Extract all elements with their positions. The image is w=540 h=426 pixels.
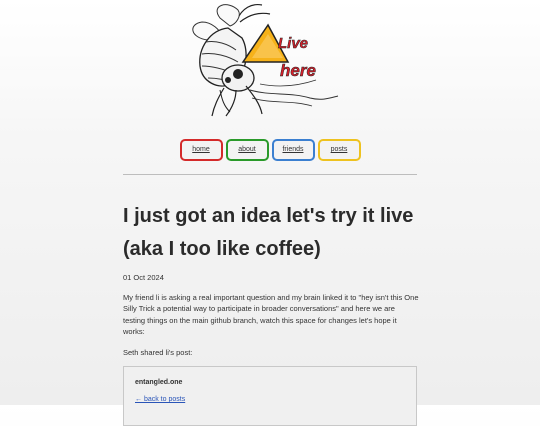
logo-line2: here	[280, 61, 316, 80]
site-logo[interactable]: Live here	[180, 0, 345, 130]
nav-about-link[interactable]: about	[225, 139, 269, 161]
bee-logo-illustration: Live here	[192, 3, 339, 117]
embedded-post-card: entangled.one ← back to posts	[123, 366, 417, 426]
post-title-line1: I just got an idea let's try it live	[123, 205, 414, 227]
post-title-line2: (aka I too like coffee)	[123, 238, 321, 260]
logo-line1: Live	[278, 35, 308, 52]
back-to-posts-link[interactable]: ← back to posts	[135, 396, 185, 403]
post-paragraph-2: Seth shared li's post:	[123, 348, 193, 357]
post-paragraph-1: My friend li is asking a real important …	[123, 293, 419, 336]
header-divider	[123, 174, 417, 175]
nav-posts-link[interactable]: posts	[317, 139, 361, 161]
main-nav: home about friends posts	[0, 139, 540, 161]
nav-friends-link[interactable]: friends	[271, 139, 315, 161]
nav-home-link[interactable]: home	[179, 139, 223, 161]
post-title: I just got an idea let's try it live (ak…	[123, 200, 423, 266]
post-date: 01 Oct 2024	[123, 273, 164, 282]
embed-site-name: entangled.one	[135, 379, 183, 386]
